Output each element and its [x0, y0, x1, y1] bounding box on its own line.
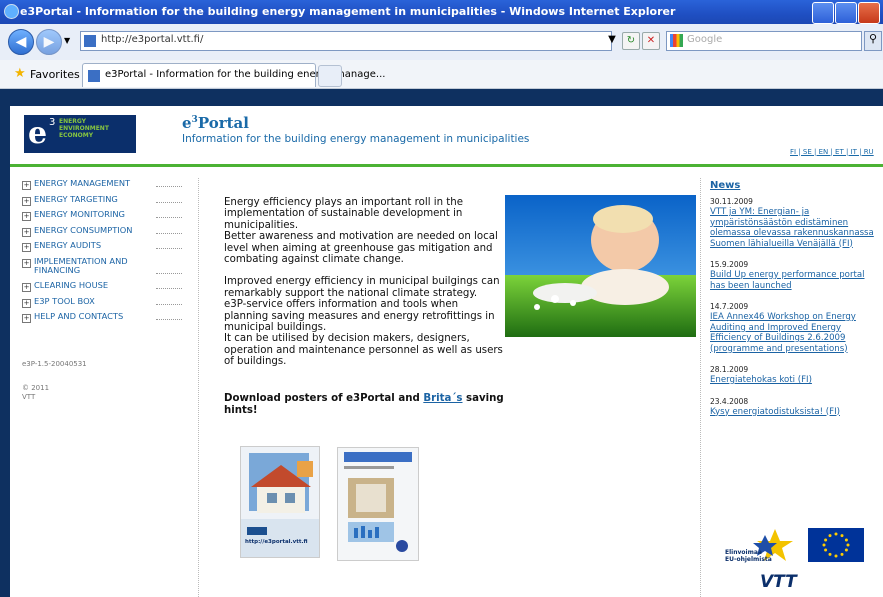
maximize-button[interactable]: [835, 2, 857, 24]
browser-tab[interactable]: e3Portal - Information for the building …: [82, 63, 385, 87]
eu-programmes-logo[interactable]: Elinvoimaa EU-ohjelmista: [725, 527, 800, 567]
search-button[interactable]: ⚲: [864, 31, 882, 51]
logo-words: ENERGY ENVIRONMENT ECONOMY: [59, 118, 109, 139]
version-text: e3P-1.5-20040531: [22, 360, 87, 368]
main-content: Energy efficiency plays an important rol…: [224, 197, 504, 379]
favorites-bar: ★ Favorites e3Portal - Information for t…: [0, 60, 883, 89]
expand-icon[interactable]: +: [22, 181, 31, 190]
sidebar-item-energy-targeting[interactable]: + ENERGY TARGETING: [22, 194, 182, 211]
news-date: 30.11.2009: [710, 197, 753, 206]
vtt-logo[interactable]: VTT: [760, 572, 797, 592]
news-link[interactable]: Build Up energy performance portal has b…: [710, 270, 880, 291]
ie-icon: [4, 4, 19, 19]
news-link[interactable]: Energiatehokas koti (FI): [710, 375, 880, 386]
forward-button[interactable]: ▶: [36, 29, 62, 55]
news-item: 30.11.2009 VTT ja YM: Energian- ja ympäri…: [710, 197, 880, 249]
e3-logo[interactable]: e 3 ENERGY ENVIRONMENT ECONOMY: [24, 115, 136, 153]
search-placeholder: Google: [687, 34, 723, 45]
poster-url: http://e3portal.vtt.fi: [245, 539, 308, 545]
page-left-border: [0, 89, 10, 597]
copyright: © 2011 VTT: [22, 384, 50, 401]
address-dropdown-icon[interactable]: ▼: [604, 32, 620, 48]
sidebar-item-energy-audits[interactable]: + ENERGY AUDITS: [22, 241, 182, 257]
site-header: e 3 ENERGY ENVIRONMENT ECONOMY e3Portal …: [10, 106, 883, 164]
eu-logo-text: Elinvoimaa EU-ohjelmista: [725, 549, 772, 563]
address-bar[interactable]: http://e3portal.vtt.fi/: [80, 31, 612, 51]
expand-icon[interactable]: +: [22, 227, 31, 237]
logo-letter: e: [28, 116, 48, 151]
expand-icon[interactable]: +: [22, 258, 31, 268]
sidebar-item-e3p-tool-box[interactable]: + E3P TOOL BOX: [22, 296, 182, 313]
tab-page-icon: [88, 70, 100, 82]
news-date: 23.4.2008: [710, 396, 749, 406]
news-heading[interactable]: News: [710, 180, 880, 191]
news-item: 15.9.2009 Build Up energy performance por…: [710, 260, 880, 291]
stop-icon[interactable]: ✕: [642, 32, 660, 50]
news-date: 15.9.2009: [710, 260, 749, 269]
portal-subtitle: Information for the building energy mana…: [182, 133, 530, 145]
news-section: News 30.11.2009 VTT ja YM: Energian- ja y…: [710, 180, 880, 428]
news-link[interactable]: VTT ja YM: Energian- ja ympäristönsäästö…: [710, 207, 880, 249]
close-button[interactable]: [858, 2, 880, 24]
favorites-star-icon[interactable]: ★: [14, 66, 26, 81]
news-link[interactable]: Kysy energiatodistuksista! (FI): [710, 407, 880, 418]
brita-poster[interactable]: [337, 447, 419, 561]
intro-paragraph: Energy efficiency plays an important rol…: [224, 197, 498, 266]
page-icon: [84, 35, 96, 47]
strategy-paragraph: Improved energy efficiency in municipal …: [224, 276, 503, 368]
news-item: 14.7.2009 IEA Annex46 Workshop on Energy …: [710, 302, 880, 354]
site-top-band: [10, 89, 883, 106]
news-link[interactable]: IEA Annex46 Workshop on Energy Auditing …: [710, 312, 880, 354]
column-divider-right: [700, 178, 701, 597]
sidebar-item-help-contacts[interactable]: + HELP AND CONTACTS: [22, 312, 182, 328]
download-posters-text: Download posters of e3Portal and Brita´s…: [224, 393, 504, 416]
navigation-bar: ◀ ▶ ▼ http://e3portal.vtt.fi/ ▼ ↻ ✕ Goog…: [0, 24, 883, 61]
minimize-button[interactable]: [812, 2, 834, 24]
expand-icon[interactable]: +: [22, 243, 31, 253]
sidebar-item-energy-consumption[interactable]: + ENERGY CONSUMPTION: [22, 225, 182, 242]
recent-pages-dropdown-icon[interactable]: ▼: [64, 36, 70, 45]
logo-word-economy: ECONOMY: [59, 132, 94, 139]
google-icon: [670, 34, 683, 47]
e3portal-poster[interactable]: http://e3portal.vtt.fi: [240, 446, 320, 558]
sidebar-item-clearing-house[interactable]: + CLEARING HOUSE: [22, 280, 182, 297]
brita-link[interactable]: Brita´s: [423, 393, 462, 404]
window-titlebar: e3Portal - Information for the building …: [0, 0, 883, 24]
language-links[interactable]: FI | SE | EN | ET | IT | RU: [790, 148, 874, 156]
address-url: http://e3portal.vtt.fi/: [101, 34, 204, 45]
logo-word-energy: ENERGY: [59, 118, 86, 125]
news-date: 28.1.2009: [710, 365, 749, 374]
news-date: 14.7.2009: [710, 302, 749, 311]
expand-icon[interactable]: +: [22, 196, 31, 206]
sidebar-item-energy-management[interactable]: + ENERGY MANAGEMENT: [22, 179, 182, 195]
expand-icon[interactable]: +: [22, 314, 31, 324]
new-tab-button[interactable]: [318, 65, 342, 87]
news-item: 23.4.2008 Kysy energiatodistuksista! (FI): [710, 397, 880, 418]
logo-superscript: 3: [49, 117, 56, 128]
expand-icon[interactable]: +: [22, 282, 31, 292]
window-title: e3Portal - Information for the building …: [20, 5, 676, 18]
eu-flag: [808, 528, 864, 562]
back-button[interactable]: ◀: [8, 29, 34, 55]
expand-icon[interactable]: +: [22, 298, 31, 308]
refresh-icon[interactable]: ↻: [622, 32, 640, 50]
expand-icon[interactable]: +: [22, 212, 31, 222]
child-on-grass-photo: [505, 195, 696, 337]
favorites-button[interactable]: Favorites: [30, 68, 80, 81]
sidebar-item-implementation-financing[interactable]: + IMPLEMENTATION AND FINANCING: [22, 256, 182, 281]
sidebar-nav: + ENERGY MANAGEMENT + ENERGY TARGETING + EN…: [22, 179, 182, 328]
tab-title: e3Portal - Information for the building …: [105, 69, 386, 80]
news-item: 28.1.2009 Energiatehokas koti (FI): [710, 365, 880, 386]
column-divider-left: [198, 178, 199, 597]
sidebar-item-energy-monitoring[interactable]: + ENERGY MONITORING: [22, 210, 182, 226]
header-divider: [10, 164, 883, 167]
portal-title: e3Portal: [182, 114, 249, 132]
logo-word-environment: ENVIRONMENT: [59, 125, 109, 132]
search-input[interactable]: Google: [666, 31, 862, 51]
